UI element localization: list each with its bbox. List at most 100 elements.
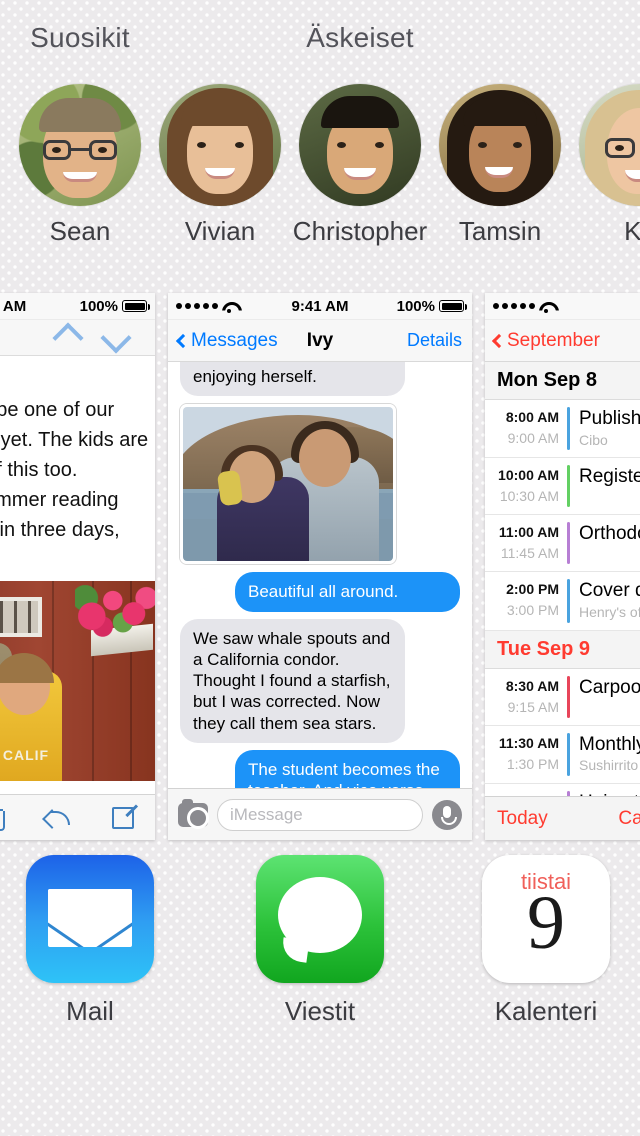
delete-button[interactable] [0, 807, 25, 831]
message-bubble[interactable]: The student becomes the teacher. And vic… [235, 749, 460, 788]
message-photo-attachment[interactable] [180, 404, 396, 565]
app-messages[interactable]: Viestit [220, 855, 420, 1027]
photo-window [0, 597, 42, 637]
event-title: Carpool [579, 676, 640, 698]
calendar-event[interactable]: 11:00 AM 11:45 AM Orthodon [485, 515, 640, 573]
event-title: Publishe [579, 408, 640, 429]
chevron-down-icon[interactable] [100, 321, 132, 354]
contacts-strip: Suosikit Äskeiset Sean Vivian Christophe… [0, 0, 640, 275]
avatar[interactable] [299, 84, 421, 206]
event-location: Henry's offic [579, 604, 640, 621]
back-to-month-button[interactable]: September [491, 329, 600, 352]
contact-vivian[interactable]: Vivian [150, 84, 290, 247]
signal-dots-icon [176, 303, 218, 309]
event-info: Publishe Cibo [579, 407, 640, 450]
contact-sean[interactable]: Sean [10, 84, 150, 247]
calendar-event[interactable]: 8:00 AM 9:00 AM Publishe Cibo [485, 400, 640, 459]
message-bubble[interactable]: We saw whale spouts and a California con… [175, 618, 405, 744]
event-title: Monthly [579, 733, 640, 755]
messages-navbar: Messages Ivy Details [168, 320, 472, 362]
contacts-avatar-row: Sean Vivian Christopher Tamsin K [0, 84, 640, 274]
mail-body-line: ks in three days, [0, 519, 120, 541]
message-list[interactable]: enjoying herself. Beautiful all around. … [168, 362, 472, 788]
message-input-bar[interactable]: iMessage [168, 788, 472, 840]
contact-name: Vivian [184, 216, 256, 246]
event-times: 11:30 AM 1:30 PM [493, 733, 567, 776]
favorites-header: Suosikit [30, 22, 130, 53]
details-button[interactable]: Details [407, 330, 462, 351]
chevron-up-icon[interactable] [52, 321, 84, 354]
calendars-button[interactable]: Calen [618, 808, 640, 830]
camera-icon[interactable] [178, 798, 209, 829]
message-bubble[interactable]: enjoying herself. [175, 362, 405, 397]
event-start: 8:00 AM [505, 409, 559, 425]
compose-button[interactable] [90, 806, 155, 829]
contact-name: Tamsin [458, 216, 542, 246]
calendar-event[interactable]: 2:00 PM 3:00 PM Cover de Henry's offic [485, 572, 640, 631]
back-label: Messages [191, 329, 278, 351]
contact-christopher[interactable]: Christopher [290, 84, 430, 247]
event-times: 8:00 AM 9:00 AM [493, 407, 567, 450]
event-end: 9:15 AM [507, 698, 559, 715]
mail-icon[interactable] [26, 855, 154, 983]
contact-name: Christopher [292, 216, 428, 246]
mail-message-nav[interactable] [0, 320, 155, 356]
event-times: 11:00 AM 11:45 AM [493, 522, 567, 564]
messages-panel[interactable]: 9:41 AM 100% Messages Ivy Details enjoyi… [168, 293, 472, 840]
avatar[interactable] [439, 84, 561, 206]
calendar-icon-day: 9 [527, 881, 565, 965]
event-info: Monthly Sushirrito [579, 733, 640, 776]
event-end: 9:00 AM [507, 430, 559, 446]
mail-panel[interactable]: AM 100% to be one of our ns yet. The kid… [0, 293, 155, 840]
event-color-bar [567, 522, 570, 565]
wifi-icon [222, 301, 236, 313]
today-button[interactable]: Today [497, 808, 548, 830]
event-start: 2:00 PM [506, 581, 559, 598]
calendar-toolbar[interactable]: Today Calen [485, 796, 640, 840]
reply-button[interactable] [25, 808, 90, 828]
avatar[interactable] [19, 84, 141, 206]
contact-tamsin[interactable]: Tamsin [430, 84, 570, 247]
mail-status-bar: AM 100% [0, 293, 155, 320]
event-info: Carpool [579, 676, 640, 718]
message-bubble[interactable]: Beautiful all around. [235, 572, 465, 612]
microphone-icon[interactable] [432, 799, 462, 830]
event-color-bar [567, 732, 570, 777]
back-label: September [507, 329, 600, 351]
avatar[interactable] [159, 84, 281, 206]
event-end: 3:00 PM [506, 602, 559, 619]
calendar-event[interactable]: 11:30 AM 1:30 PM Monthly Sushirrito [485, 726, 640, 785]
battery-area: 100% [397, 298, 467, 315]
calendar-icon[interactable]: tiistai 9 [482, 855, 610, 983]
imessage-input[interactable]: iMessage [217, 798, 423, 831]
mail-body-line: summer reading [0, 489, 119, 511]
status-time: 9:41 AM [291, 297, 349, 315]
signal-area [176, 301, 236, 313]
battery-percent: 100% [79, 297, 118, 315]
back-to-messages-button[interactable]: Messages [175, 329, 278, 352]
event-title: Cover de [579, 580, 640, 602]
contact-name: Ka [624, 216, 640, 246]
photo-flowers [75, 585, 155, 637]
app-mail[interactable]: Mail [0, 855, 190, 1027]
contact-ka[interactable]: Ka [570, 84, 640, 247]
photo-shirt-text: CALIF [2, 747, 50, 763]
calendar-navbar: September [485, 320, 640, 362]
event-end: 10:30 AM [499, 488, 559, 505]
event-location: Sushirrito [579, 757, 639, 774]
trash-icon [0, 807, 5, 831]
messages-icon[interactable] [256, 855, 384, 983]
event-times: 8:30 AM 9:15 AM [493, 676, 567, 718]
calendar-event[interactable]: 10:00 AM 10:30 AM Register [485, 458, 640, 516]
app-label: Kalenteri [494, 996, 598, 1026]
avatar[interactable] [579, 84, 640, 206]
mail-toolbar[interactable] [0, 794, 155, 840]
app-calendar[interactable]: tiistai 9 Kalenteri [446, 855, 640, 1027]
event-color-bar [567, 407, 570, 451]
mail-clipped-line [0, 368, 155, 395]
battery-icon [439, 300, 467, 312]
event-color-bar [567, 675, 570, 718]
calendar-event[interactable]: 8:30 AM 9:15 AM Carpool [485, 669, 640, 726]
calendar-panel[interactable]: 9:41 September Mon Sep 8 8:00 AM 9:00 AM… [485, 293, 640, 840]
speech-bubble-glyph [278, 877, 362, 953]
